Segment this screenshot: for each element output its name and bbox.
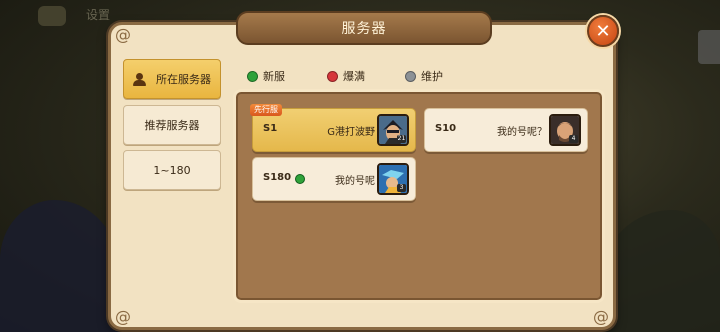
close-button[interactable]: ✕: [587, 15, 619, 47]
server-list-panel: 先行服 S1 G港打波野 21 S10 我的号呢？ 4 S180 我的号呢 3: [233, 89, 605, 303]
legend-label: 爆满: [343, 70, 365, 83]
status-full-icon: [327, 70, 338, 82]
tab-label: 推荐服务器: [144, 119, 200, 132]
person-icon: [133, 72, 146, 86]
server-player-name: 我的号呢: [335, 176, 375, 187]
server-id: S1: [263, 123, 278, 134]
background-side-tab: [698, 30, 720, 64]
background-rock-left: [0, 200, 120, 332]
server-dialog: @ @ @ 服务器 ✕ 所在服务器 推荐服务器 1~180 新服 爆满 维护 先…: [108, 11, 619, 330]
legend-label: 维护: [421, 70, 443, 83]
tab-label: 1~180: [153, 163, 191, 177]
server-id: S180: [263, 172, 292, 183]
server-card-s10[interactable]: S10 我的号呢？ 4: [424, 108, 588, 152]
hero-avatar-icon: 4: [549, 114, 581, 146]
dialog-title: 服务器: [341, 21, 387, 37]
corner-ornament-icon: @: [115, 307, 131, 326]
close-icon: ✕: [595, 20, 611, 42]
preview-server-tag: 先行服: [250, 104, 282, 116]
legend-label: 新服: [263, 70, 285, 83]
avatar-level: 4: [569, 135, 578, 143]
tab-server-range[interactable]: 1~180: [123, 150, 221, 190]
server-card-s180[interactable]: S180 我的号呢 3: [252, 157, 416, 201]
tab-label: 所在服务器: [156, 73, 211, 86]
server-card-s1[interactable]: 先行服 S1 G港打波野 21: [250, 104, 416, 152]
background-header-text: 设置: [86, 8, 111, 22]
status-maintenance-icon: [405, 70, 416, 82]
corner-ornament-icon: @: [593, 307, 609, 326]
tab-recommended-servers[interactable]: 推荐服务器: [123, 105, 221, 145]
avatar-level: 3: [397, 184, 406, 192]
legend-full: 爆满: [327, 68, 365, 84]
legend-maintenance: 维护: [405, 68, 443, 84]
legend-new: 新服: [247, 68, 285, 84]
tab-current-server[interactable]: 所在服务器: [123, 59, 221, 99]
back-arrow-icon: [38, 6, 66, 26]
server-id: S10: [435, 123, 457, 134]
background-rock-right: [600, 210, 720, 332]
server-player-name: G港打波野: [327, 127, 375, 138]
status-new-icon: [295, 174, 305, 184]
dialog-title-bar: 服务器: [236, 11, 492, 45]
server-player-name: 我的号呢？: [497, 127, 547, 138]
status-new-icon: [247, 70, 258, 82]
corner-ornament-icon: @: [115, 25, 131, 44]
avatar-level: 21: [397, 135, 406, 143]
hero-avatar-icon: 3: [377, 163, 409, 195]
hero-avatar-icon: 21: [377, 114, 409, 146]
